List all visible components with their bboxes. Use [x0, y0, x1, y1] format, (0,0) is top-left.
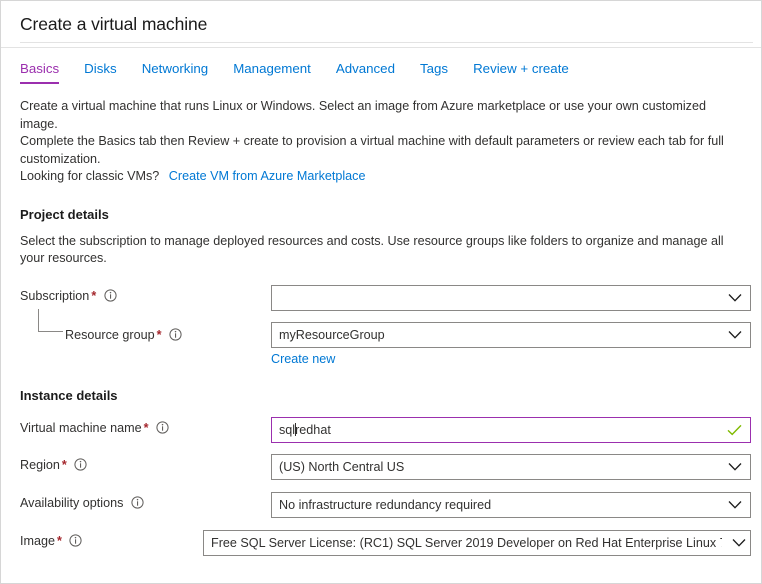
vm-name-label: Virtual machine name [20, 420, 142, 435]
vm-name-label-group: Virtual machine name * [20, 417, 271, 437]
create-new-resource-group-link[interactable]: Create new [271, 352, 335, 366]
tab-disks[interactable]: Disks [84, 61, 117, 84]
text-cursor [294, 422, 296, 436]
availability-options-row: Availability options No infrastructure r… [20, 491, 751, 518]
project-details-form: Subscription * Resource group * myResour… [20, 284, 751, 368]
chevron-down-icon [732, 538, 746, 547]
required-asterisk: * [61, 457, 67, 472]
intro-text: Create a virtual machine that runs Linux… [20, 98, 734, 186]
resource-group-label-group: Resource group * [20, 308, 271, 344]
check-icon [727, 424, 742, 436]
chevron-down-icon [728, 500, 742, 509]
subscription-label-group: Subscription * [20, 285, 271, 305]
availability-options-field: No infrastructure redundancy required [271, 491, 751, 518]
intro-line-1: Create a virtual machine that runs Linux… [20, 99, 706, 131]
tab-tags[interactable]: Tags [420, 61, 448, 84]
required-asterisk: * [143, 420, 149, 435]
vm-name-text: sqlredhat [279, 422, 331, 437]
tab-management[interactable]: Management [233, 61, 311, 84]
intro-line-3: Looking for classic VMs? Create VM from … [20, 168, 734, 186]
project-details-description: Select the subscription to manage deploy… [20, 233, 724, 266]
availability-options-dropdown[interactable]: No infrastructure redundancy required [271, 491, 751, 518]
image-field: Free SQL Server License: (RC1) SQL Serve… [203, 529, 751, 556]
vm-name-field: sqlredhat [271, 416, 751, 443]
availability-options-label-group: Availability options [20, 492, 271, 512]
region-row: Region * (US) North Central US [20, 453, 751, 480]
resource-group-label: Resource group [65, 327, 155, 342]
tab-bar: Basics Disks Networking Management Advan… [1, 48, 761, 84]
instance-details-form: Virtual machine name * sqlredhat Region … [20, 416, 751, 556]
required-asterisk: * [156, 327, 162, 342]
required-asterisk: * [57, 533, 62, 548]
region-value: (US) North Central US [279, 459, 405, 474]
vm-name-input[interactable]: sqlredhat [271, 416, 751, 443]
subscription-dropdown[interactable] [271, 284, 751, 311]
create-vm-blade: Create a virtual machine Basics Disks Ne… [0, 0, 762, 584]
subscription-label: Subscription [20, 288, 90, 303]
info-icon[interactable] [69, 533, 83, 550]
page-title: Create a virtual machine [20, 13, 208, 34]
create-vm-marketplace-link[interactable]: Create VM from Azure Marketplace [169, 169, 366, 183]
image-row: Image * Free SQL Server License: (RC1) SQ… [20, 529, 751, 556]
region-field: (US) North Central US [271, 453, 751, 480]
blade-body: Create a virtual machine that runs Linux… [1, 98, 761, 556]
resource-group-field: myResourceGroup Create new [271, 321, 751, 368]
tab-advanced[interactable]: Advanced [336, 61, 395, 84]
resource-group-value: myResourceGroup [279, 327, 385, 342]
tree-connector-icon [38, 308, 63, 332]
image-label: Image [20, 533, 56, 548]
tab-basics[interactable]: Basics [20, 61, 60, 84]
vm-name-row: Virtual machine name * sqlredhat [20, 416, 751, 443]
instance-details-heading: Instance details [20, 387, 118, 403]
availability-options-value: No infrastructure redundancy required [279, 497, 492, 512]
required-asterisk: * [91, 288, 97, 303]
info-icon[interactable] [74, 457, 87, 474]
resource-group-row: Resource group * myResourceGroup Create n… [20, 308, 751, 368]
info-icon[interactable] [169, 327, 182, 344]
classic-vm-question: Looking for classic VMs? [20, 169, 160, 183]
availability-options-label: Availability options [20, 495, 124, 510]
image-dropdown[interactable]: Free SQL Server License: (RC1) SQL Serve… [203, 529, 751, 556]
chevron-down-icon [728, 462, 742, 471]
region-dropdown[interactable]: (US) North Central US [271, 453, 751, 480]
subscription-field [271, 284, 751, 311]
vm-name-value: sqlredhat [279, 422, 331, 437]
tab-networking[interactable]: Networking [142, 61, 209, 84]
intro-line-2: Complete the Basics tab then Review + cr… [20, 134, 724, 166]
region-label-group: Region * [20, 454, 271, 474]
subscription-row: Subscription * [20, 284, 751, 311]
resource-group-dropdown[interactable]: myResourceGroup [271, 321, 751, 348]
region-label: Region [20, 457, 60, 472]
info-icon[interactable] [131, 495, 144, 512]
tab-review-create[interactable]: Review + create [473, 61, 569, 84]
chevron-down-icon [728, 293, 742, 302]
image-value: Free SQL Server License: (RC1) SQL Serve… [211, 535, 722, 550]
info-icon[interactable] [104, 288, 117, 305]
chevron-down-icon [728, 330, 742, 339]
project-details-heading: Project details [20, 206, 109, 222]
info-icon[interactable] [156, 420, 169, 437]
blade-header: Create a virtual machine [1, 1, 761, 48]
tab-bar-divider [20, 42, 753, 43]
